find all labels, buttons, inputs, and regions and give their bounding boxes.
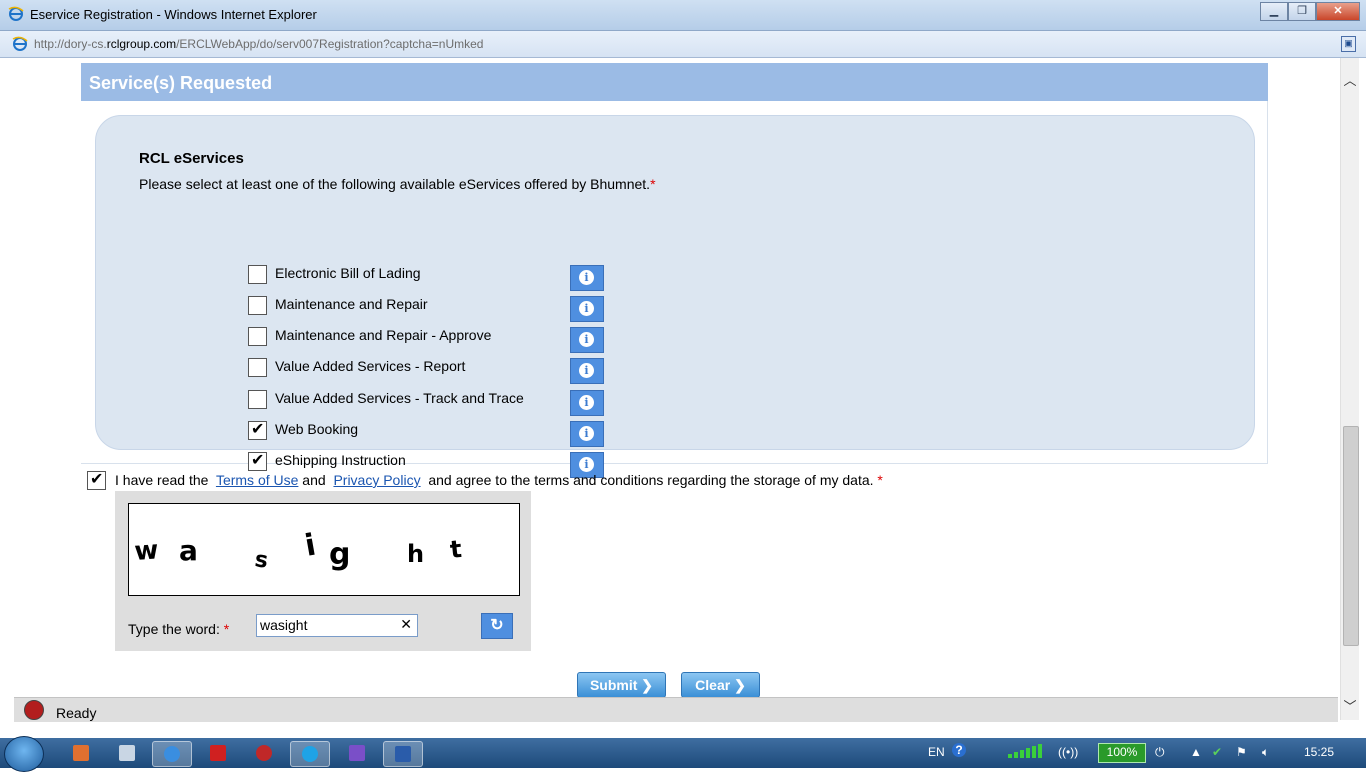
scroll-down-icon[interactable]: ﹀ bbox=[1341, 696, 1359, 714]
info-icon: i bbox=[579, 426, 594, 441]
security-icon[interactable]: ✔ bbox=[1212, 745, 1222, 759]
svg-text:h: h bbox=[407, 540, 424, 568]
captcha-label: Type the word: * bbox=[128, 621, 230, 637]
page-content: Service(s) Requested RCL eServices Pleas… bbox=[0, 58, 1340, 698]
minimize-button[interactable]: ▁ bbox=[1260, 2, 1288, 21]
submit-button[interactable]: Submit ❯ bbox=[577, 672, 666, 698]
panel-title: RCL eServices bbox=[139, 150, 244, 167]
taskbar-calculator[interactable] bbox=[108, 741, 146, 765]
info-button[interactable]: i bbox=[570, 421, 604, 447]
svg-text:s: s bbox=[253, 547, 269, 574]
compatibility-view-icon[interactable]: ▣ bbox=[1341, 36, 1356, 52]
clock[interactable]: 15:25 bbox=[1304, 745, 1334, 759]
action-center-flag-icon[interactable]: ⚑ bbox=[1236, 745, 1247, 759]
signal-icon[interactable] bbox=[1008, 744, 1050, 761]
clear-input-icon[interactable]: ✕ bbox=[400, 616, 412, 633]
show-hidden-icons[interactable]: ▲ bbox=[1190, 745, 1202, 759]
service-checkbox[interactable] bbox=[248, 390, 267, 409]
service-label: Electronic Bill of Lading bbox=[275, 265, 421, 281]
svg-text:a: a bbox=[179, 534, 198, 567]
service-label: Maintenance and Repair - Approve bbox=[275, 327, 492, 343]
info-icon: i bbox=[579, 270, 594, 285]
taskbar-app-5[interactable] bbox=[245, 741, 283, 765]
info-icon: i bbox=[579, 363, 594, 378]
taskbar: EN ? ((•)) 100% ⏻ ▲ ✔ ⚑ 🔈︎ 15:25 bbox=[0, 736, 1366, 772]
battery-indicator[interactable]: 100% bbox=[1098, 743, 1146, 763]
svg-text:t: t bbox=[449, 535, 463, 564]
svg-text:i: i bbox=[302, 528, 318, 564]
taskbar-app-4[interactable] bbox=[199, 741, 237, 765]
language-indicator[interactable]: EN bbox=[928, 745, 945, 759]
terms-text: I have read the Terms of Use and Privacy… bbox=[115, 472, 883, 488]
svg-text:g: g bbox=[329, 537, 350, 572]
terms-row: I have read the Terms of Use and Privacy… bbox=[87, 469, 987, 492]
section-title: Service(s) Requested bbox=[89, 73, 273, 93]
info-icon: i bbox=[579, 395, 594, 410]
power-icon[interactable]: ⏻ bbox=[1155, 745, 1165, 760]
info-button[interactable]: i bbox=[570, 358, 604, 384]
info-button[interactable]: i bbox=[570, 327, 604, 353]
service-row: Maintenance and Repair i bbox=[248, 296, 608, 324]
required-mark: * bbox=[877, 472, 883, 488]
scroll-up-icon[interactable]: ︿ bbox=[1341, 70, 1359, 88]
taskbar-app-7[interactable] bbox=[338, 741, 376, 765]
service-checkbox[interactable] bbox=[248, 450, 267, 471]
address-url[interactable]: http://dory-cs.rclgroup.com/ERCLWebApp/d… bbox=[34, 37, 483, 51]
service-checkbox[interactable] bbox=[248, 265, 267, 284]
window-title: Eservice Registration - Windows Internet… bbox=[30, 7, 317, 22]
panel-description: Please select at least one of the follow… bbox=[139, 176, 656, 192]
service-row: Value Added Services - Track and Trace i bbox=[248, 390, 608, 418]
address-bar[interactable]: http://dory-cs.rclgroup.com/ERCLWebApp/d… bbox=[0, 31, 1366, 58]
terms-checkbox[interactable] bbox=[87, 469, 106, 490]
privacy-policy-link[interactable]: Privacy Policy bbox=[333, 472, 420, 488]
service-checkbox[interactable] bbox=[248, 327, 267, 346]
service-label: Web Booking bbox=[275, 421, 359, 437]
service-row: Maintenance and Repair - Approve i bbox=[248, 327, 608, 355]
section-header: Service(s) Requested bbox=[81, 63, 1268, 101]
vertical-scrollbar[interactable]: ︿ ﹀ bbox=[1340, 58, 1359, 720]
service-checkbox[interactable] bbox=[248, 296, 267, 315]
service-label: Value Added Services - Track and Trace bbox=[275, 390, 524, 406]
required-mark: * bbox=[223, 621, 230, 637]
close-button[interactable]: ✕ bbox=[1316, 2, 1360, 21]
service-label: Maintenance and Repair bbox=[275, 296, 428, 312]
service-row: Value Added Services - Report i bbox=[248, 358, 608, 386]
terms-of-use-link[interactable]: Terms of Use bbox=[216, 472, 298, 488]
captcha-image: w a s i g h t bbox=[128, 503, 520, 596]
service-checkbox[interactable] bbox=[248, 358, 267, 377]
info-button[interactable]: i bbox=[570, 390, 604, 416]
svg-text:w: w bbox=[133, 535, 159, 567]
service-label: Value Added Services - Report bbox=[275, 358, 466, 374]
help-icon[interactable]: ? bbox=[952, 743, 966, 757]
window-controls: ▁ ❐ ✕ bbox=[1260, 2, 1360, 21]
captcha-refresh-button[interactable]: ↻ bbox=[481, 613, 513, 639]
info-icon: i bbox=[579, 332, 594, 347]
clear-button[interactable]: Clear ❯ bbox=[681, 672, 760, 698]
info-button[interactable]: i bbox=[570, 296, 604, 322]
service-row: Electronic Bill of Lading i bbox=[248, 265, 608, 293]
restore-button[interactable]: ❐ bbox=[1288, 2, 1316, 21]
captcha-input[interactable]: wasight ✕ bbox=[256, 614, 418, 637]
info-icon: i bbox=[579, 301, 594, 316]
taskbar-app-1[interactable] bbox=[62, 741, 100, 765]
service-label: eShipping Instruction bbox=[275, 452, 406, 468]
taskbar-skype[interactable] bbox=[290, 741, 330, 767]
volume-icon[interactable]: 🔈︎ bbox=[1262, 745, 1269, 760]
service-checkbox[interactable] bbox=[248, 419, 267, 440]
status-text: Ready bbox=[56, 705, 97, 721]
taskbar-word[interactable] bbox=[383, 741, 423, 767]
start-button[interactable] bbox=[4, 736, 44, 772]
page-icon bbox=[12, 36, 28, 51]
required-mark: * bbox=[650, 176, 656, 192]
taskbar-internet-explorer[interactable] bbox=[152, 741, 192, 767]
scroll-thumb[interactable] bbox=[1343, 426, 1359, 646]
captcha-input-value: wasight bbox=[260, 617, 308, 633]
service-row: Web Booking i bbox=[248, 419, 608, 449]
status-bar: Ready bbox=[14, 697, 1338, 722]
internet-explorer-icon bbox=[8, 6, 24, 21]
info-button[interactable]: i bbox=[570, 265, 604, 291]
wireless-icon[interactable]: ((•)) bbox=[1058, 745, 1078, 759]
window-title-bar: Eservice Registration - Windows Internet… bbox=[0, 0, 1366, 31]
blocked-icon bbox=[24, 700, 44, 720]
